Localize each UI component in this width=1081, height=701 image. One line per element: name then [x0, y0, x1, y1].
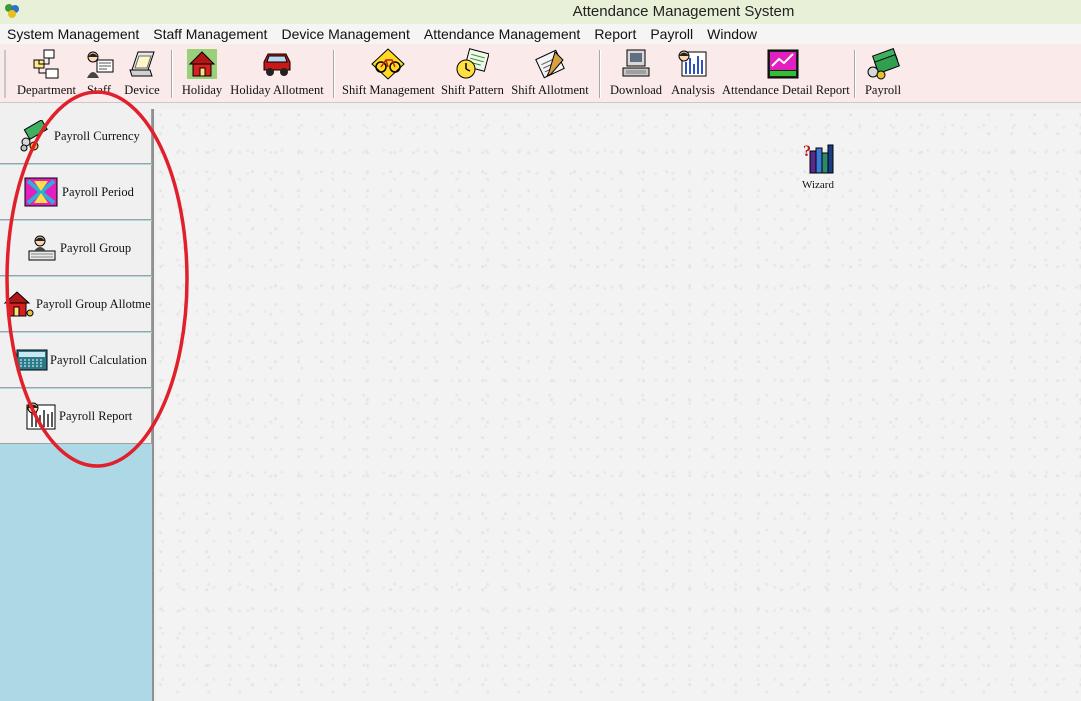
analysis-icon [678, 50, 707, 77]
menu-report[interactable]: Report [587, 25, 643, 43]
workspace-area: ? Wizard [156, 109, 1081, 701]
sidebar-item-label: Payroll Currency [54, 128, 140, 143]
menu-bar: System Management Staff Management Devic… [0, 24, 1081, 44]
menu-payroll[interactable]: Payroll [643, 25, 700, 43]
toolbar-separator [599, 50, 601, 98]
sidebar-item-payroll-group[interactable]: Payroll Group [0, 221, 152, 276]
menu-device-management[interactable]: Device Management [274, 25, 416, 43]
window-title: Attendance Management System [572, 3, 795, 20]
sidebar-item-payroll-calculation[interactable]: Payroll Calculation [0, 333, 152, 388]
toolbar: Department Staff Device Holiday Holiday … [0, 44, 1081, 103]
payroll-button[interactable]: Payroll [862, 48, 904, 97]
menu-system-management[interactable]: System Management [0, 25, 146, 43]
download-button[interactable]: Download [608, 48, 664, 97]
title-bar: Attendance Management System [0, 0, 1081, 24]
wizard-icon: ? [803, 143, 834, 174]
device-icon [129, 51, 155, 77]
sidebar-item-label: Payroll Period [62, 184, 134, 199]
toolbar-separator [171, 50, 173, 98]
toolbar-separator [854, 50, 856, 98]
car-icon [263, 53, 291, 76]
sidebar-item-payroll-group-allotment[interactable]: Payroll Group Allotmen [0, 277, 152, 332]
report-chart-icon [767, 49, 799, 79]
sidebar-item-payroll-currency[interactable]: Payroll Currency [0, 109, 152, 164]
sidebar-item-label: Payroll Report [59, 408, 133, 423]
payroll-sidebar: Payroll Currency Payroll Period Payroll … [0, 109, 154, 701]
menu-staff-management[interactable]: Staff Management [146, 25, 274, 43]
sidebar-item-label: Payroll Calculation [50, 352, 147, 367]
shift-management-button[interactable]: Shift Management [342, 48, 435, 97]
wizard-label: Wizard [802, 179, 834, 191]
holiday-icon [187, 49, 217, 79]
shift-allotment-button[interactable]: Shift Allotment [510, 48, 590, 97]
wizard-shortcut[interactable]: ? Wizard [796, 141, 840, 191]
department-button[interactable]: Department [17, 48, 76, 97]
group-icon [28, 235, 56, 261]
shift-pattern-icon [456, 48, 489, 79]
staff-button[interactable]: Staff [82, 48, 116, 97]
toolbar-grip[interactable] [4, 50, 6, 98]
toolbar-separator [333, 50, 335, 98]
attendance-detail-report-button[interactable]: Attendance Detail Report [722, 48, 850, 97]
staff-icon [87, 51, 114, 78]
report-icon [26, 402, 56, 430]
analysis-button[interactable]: Analysis [670, 48, 716, 97]
holiday-button[interactable]: Holiday [180, 48, 224, 97]
department-icon [33, 49, 59, 79]
device-button[interactable]: Device [122, 48, 162, 97]
sidebar-item-label: Payroll Group [60, 240, 132, 255]
sidebar-item-payroll-period[interactable]: Payroll Period [0, 165, 152, 220]
shift-pattern-button[interactable]: Shift Pattern [441, 48, 504, 97]
sidebar-item-label: Payroll Group Allotmen [36, 296, 152, 311]
menu-window[interactable]: Window [700, 25, 764, 43]
bicycle-icon [371, 48, 405, 80]
menu-attendance-management[interactable]: Attendance Management [417, 25, 587, 43]
calculator-icon [16, 349, 48, 371]
sidebar-item-payroll-report[interactable]: Payroll Report [0, 389, 152, 444]
period-icon [24, 177, 58, 207]
currency-icon [20, 120, 48, 152]
allotment-icon [3, 291, 34, 317]
holiday-allotment-button[interactable]: Holiday Allotment [230, 48, 324, 97]
shift-allotment-icon [535, 49, 565, 79]
money-icon [867, 48, 900, 80]
download-icon [622, 49, 650, 77]
